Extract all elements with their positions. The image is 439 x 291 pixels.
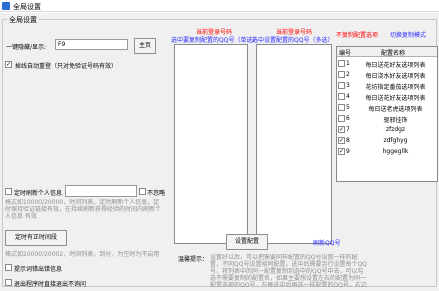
apply-config-button[interactable]: 设置配置: [226, 234, 268, 250]
row-checkbox[interactable]: [338, 137, 345, 144]
settings-panel: 全局设置 一键隐藏/显示: F9 主页 掉线自动重登（只对免验证号码有效） 当前…: [0, 13, 439, 291]
target-qq-list[interactable]: [256, 44, 332, 244]
row-checkbox[interactable]: [338, 93, 345, 100]
row-name: 每日浇水好友选项列表: [365, 73, 426, 80]
refresh-info-hint: 格式如10000/20000，时间列表，定时刷新个人信息，定时保持验证链接有效，…: [5, 199, 162, 220]
exit-without-ask-label: 退出程序时直接退出不询问: [14, 281, 87, 288]
no-copy-options-label[interactable]: 不复制配置选项: [336, 30, 378, 39]
row-name: hggegllk: [382, 148, 409, 155]
no-ignore-label: 不忽略: [147, 190, 166, 197]
tip-label: 温馨提示：: [178, 256, 209, 263]
row-number: 9: [346, 148, 350, 155]
row-number: 2: [346, 71, 350, 78]
row-name: 每日送花好友选项列表: [365, 62, 426, 69]
row-name: 驱邪挂饰: [383, 117, 408, 124]
row-number: 8: [346, 137, 350, 144]
toggle-copy-mode-link[interactable]: 切换复制模式: [390, 30, 426, 39]
row-checkbox[interactable]: [338, 60, 345, 67]
window-title: 全局设置: [13, 3, 41, 11]
row-number: 3: [346, 82, 350, 89]
title-bar: 全局设置: [0, 0, 439, 12]
table-row[interactable]: 5 每日送老虎选项列表: [337, 102, 437, 113]
row-checkbox[interactable]: [338, 104, 345, 111]
row-number: 1: [346, 60, 350, 67]
show-error-label: 提示词错出错信息: [14, 266, 63, 273]
row-checkbox[interactable]: [338, 82, 345, 89]
config-table: 编号 配置名称 1 每日送花好友选项列表 2 每日浇水好友选项列表 3 花坊指定番茄选…: [336, 46, 438, 182]
hotkey-input[interactable]: F9: [55, 39, 128, 50]
row-checkbox[interactable]: [338, 126, 345, 133]
exit-without-ask-checkbox[interactable]: [5, 279, 12, 286]
row-number: 5: [346, 104, 350, 111]
refresh-info-input[interactable]: [65, 185, 137, 197]
hotkey-label: 一键隐藏/显示:: [6, 44, 47, 51]
row-name: zfzdgz: [385, 126, 406, 133]
row-name: 每日送老虎选项列表: [368, 106, 423, 113]
show-error-checkbox[interactable]: [5, 264, 12, 271]
row-number: 4: [346, 93, 350, 100]
table-row[interactable]: 6 驱邪挂饰: [337, 113, 437, 124]
table-row[interactable]: 7 zfzdgz: [337, 124, 437, 135]
row-number: 7: [346, 126, 350, 133]
table-row[interactable]: 1 每日送花好友选项列表: [337, 58, 437, 69]
table-row[interactable]: 3 花坊指定番茄选项列表: [337, 80, 437, 91]
home-button[interactable]: 主页: [134, 38, 156, 54]
table-row[interactable]: 9 hggegllk: [337, 146, 437, 157]
row-checkbox[interactable]: [338, 148, 345, 155]
table-row[interactable]: 8 zdfghyg: [337, 135, 437, 146]
no-ignore-checkbox[interactable]: [139, 188, 146, 195]
refresh-info-label: 定时刷新个人信息: [14, 190, 63, 197]
refresh-qq-link[interactable]: 刷新QQ号: [313, 238, 340, 247]
table-row[interactable]: 4 每日送花好友选项列表: [337, 91, 437, 102]
row-name: 每日送花好友选项列表: [365, 95, 426, 102]
column-name-header: 配置名称: [381, 50, 406, 57]
settings-group-title: 全局设置: [7, 15, 39, 25]
row-number: 6: [346, 115, 350, 122]
timer-period-button[interactable]: 定时有正时间段: [5, 230, 67, 246]
table-header: 编号 配置名称: [337, 47, 437, 57]
left-list-subtitle: 选中要复制配置的QQ号（单选）: [171, 37, 259, 44]
row-name: zdfghyg: [383, 137, 408, 144]
refresh-info-checkbox[interactable]: [5, 188, 12, 195]
row-name: 花坊指定番茄选项列表: [365, 84, 426, 91]
table-row[interactable]: 2 每日浇水好友选项列表: [337, 69, 437, 80]
row-checkbox[interactable]: [338, 115, 345, 122]
mid-list-subtitle: 选中设置配置的QQ号（多选）: [252, 37, 334, 44]
auto-relogin-label: 掉线自动重登（只对免验证号码有效）: [15, 63, 118, 70]
timer-hint: 格式如20000/20002，时间列表，到分，为空时为不启用: [5, 251, 160, 258]
auto-relogin-checkbox[interactable]: [5, 61, 12, 68]
tip-text: 设置好以后，可以把需要同样配置的QQ号设置一样的配置，不同QQ号设置相同配置，选…: [210, 254, 367, 287]
app-icon: [2, 2, 10, 10]
source-qq-list[interactable]: [174, 44, 248, 244]
row-checkbox[interactable]: [338, 71, 345, 78]
column-number-header: 编号: [339, 50, 352, 57]
